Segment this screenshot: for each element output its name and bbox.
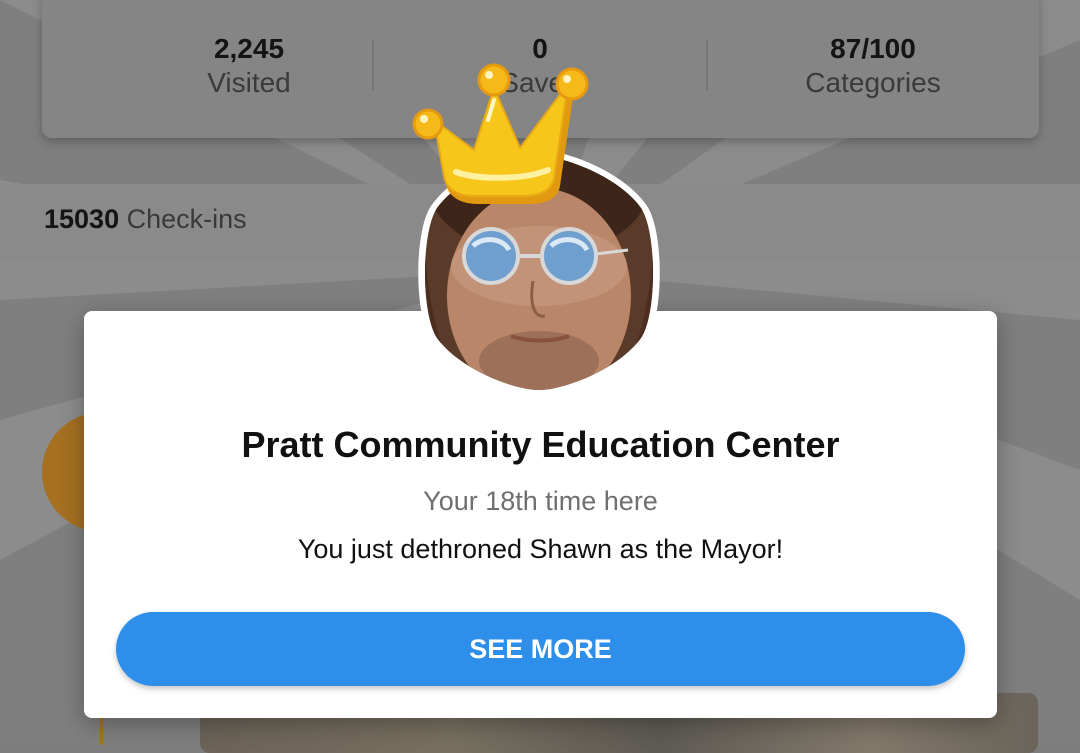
checkins-label: Check-ins <box>126 204 247 234</box>
stat-categories[interactable]: 87/100 Categories <box>708 32 1038 100</box>
stat-label: Visited <box>207 67 291 98</box>
stat-value: 87/100 <box>830 33 916 64</box>
crown-icon <box>412 63 589 204</box>
checkins-summary: 15030 Check-ins <box>44 204 247 235</box>
visit-count: Your 18th time here <box>423 486 658 516</box>
stat-divider <box>372 40 374 90</box>
venue-name: Pratt Community Education Center <box>241 424 840 465</box>
checkins-count: 15030 <box>44 204 120 234</box>
mayor-message: You just dethroned Shawn as the Mayor! <box>297 534 784 564</box>
stat-label: Categories <box>805 67 941 98</box>
stat-visited[interactable]: 2,245 Visited <box>84 32 414 100</box>
stat-value: 2,245 <box>213 33 285 64</box>
see-more-button[interactable]: SEE MORE <box>116 612 965 686</box>
